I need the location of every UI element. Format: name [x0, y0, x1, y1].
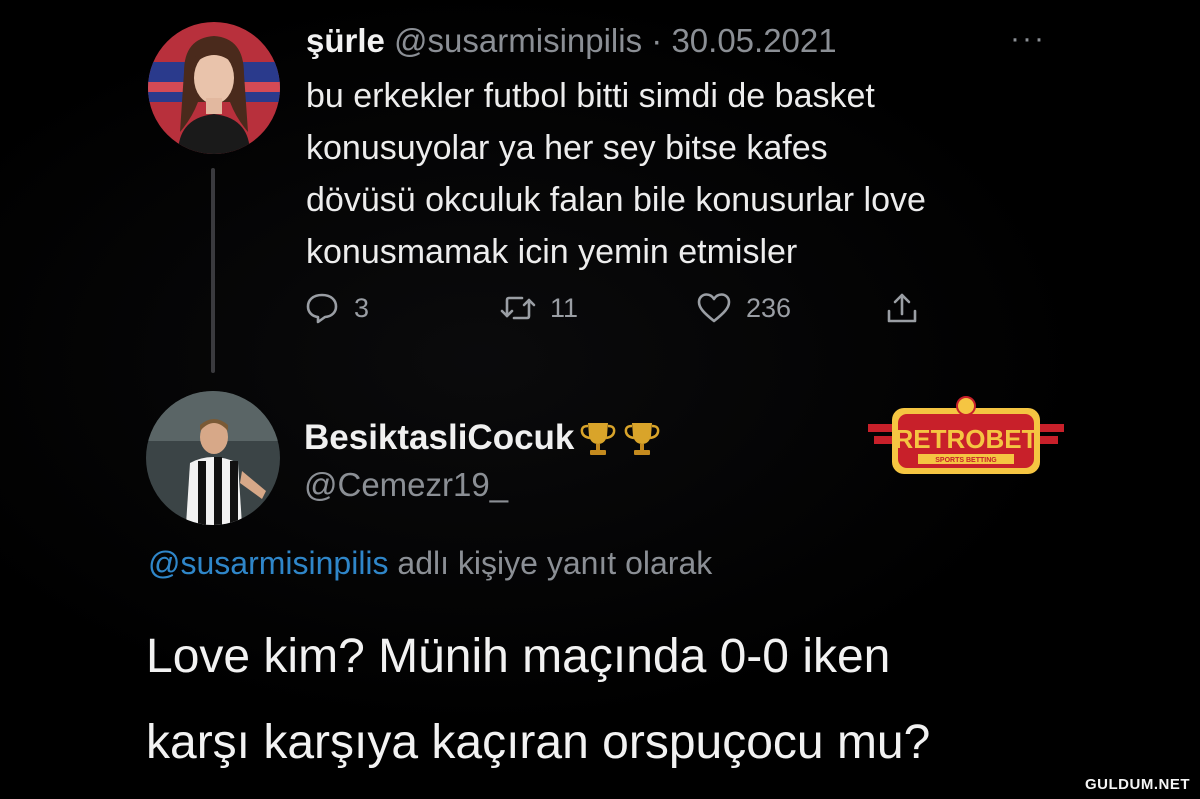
retweet-count: 11	[550, 292, 579, 323]
share-icon	[887, 293, 917, 323]
tweet2-handle[interactable]: @Cemezr19_	[304, 466, 508, 504]
thread-connector-line	[211, 168, 215, 373]
retrobet-logo: RETROBET SPORTS BETTING	[868, 396, 1064, 474]
tweet1-date[interactable]: 30.05.2021	[671, 22, 836, 59]
tweet1-line: bu erkekler futbol bitti simdi de basket	[306, 77, 875, 115]
reply-context: @susarmisinpilis adlı kişiye yanıt olara…	[148, 545, 712, 582]
reply-mention-link[interactable]: @susarmisinpilis	[148, 545, 389, 581]
logo-brand: RETROBET	[895, 424, 1038, 454]
more-icon[interactable]: ···	[1010, 22, 1046, 56]
reply-count: 3	[354, 292, 370, 323]
avatar-surle[interactable]	[148, 22, 280, 154]
tweet2-line: Love kim? Münih maçında 0-0 iken	[146, 630, 891, 683]
like-count: 236	[746, 292, 792, 323]
retweet-icon	[500, 296, 536, 320]
avatar-besiktaslicocuk[interactable]	[146, 391, 280, 525]
tweet1-handle[interactable]: @susarmisinpilis	[394, 22, 642, 59]
tweet2-display-name[interactable]: BesiktasliCocuk	[304, 418, 662, 458]
trophy-icon	[581, 423, 616, 455]
tweet1-line: dövüsü okculuk falan bile konusurlar lov…	[306, 181, 926, 219]
reply-button[interactable]: 3	[304, 290, 369, 326]
tweet1-action-bar: 3 11 236	[0, 290, 1200, 330]
trophy-icon	[625, 423, 660, 455]
tweet2-name-text: BesiktasliCocuk	[304, 418, 575, 457]
logo-tagline: SPORTS BETTING	[935, 457, 997, 464]
site-watermark: GULDUM.NET	[1085, 776, 1190, 793]
retweet-button[interactable]: 11	[500, 290, 578, 326]
tweet1-display-name[interactable]: şürle	[306, 22, 385, 59]
tweet2-text: Love kim? Münih maçında 0-0 iken karşı k…	[146, 614, 1106, 786]
tweet1-separator: ·	[651, 22, 663, 59]
like-button[interactable]: 236	[696, 290, 791, 326]
like-icon	[697, 293, 731, 323]
tweet1-text: bu erkekler futbol bitti simdi de basket…	[306, 70, 1066, 278]
tweet1-header: şürle @susarmisinpilis · 30.05.2021	[306, 22, 837, 60]
reply-icon	[306, 293, 338, 324]
share-button[interactable]	[884, 290, 920, 326]
tweet1-line: konusuyolar ya her sey bitse kafes	[306, 129, 828, 167]
tweet2-line: karşı karşıya kaçıran orspuçocu mu?	[146, 716, 931, 769]
reply-context-text: adlı kişiye yanıt olarak	[388, 545, 713, 581]
tweet1-line: konusmamak icin yemin etmisler	[306, 233, 798, 271]
